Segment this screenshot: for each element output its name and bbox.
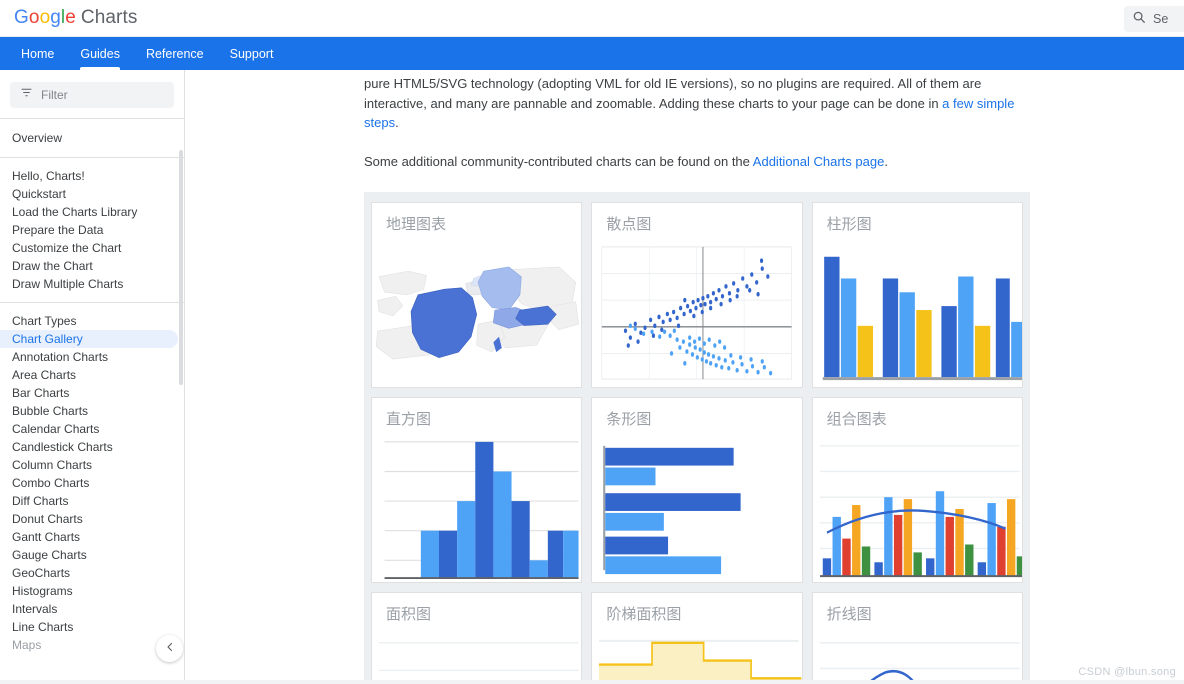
gallery-card-line[interactable]: 折线图 xyxy=(811,592,1023,684)
sidebar-item-diff-charts[interactable]: Diff Charts xyxy=(0,492,184,510)
brand-logo[interactable]: Google Charts xyxy=(0,7,137,29)
gallery-card-histogram[interactable]: 直方图 xyxy=(371,397,583,583)
intro-paragraph-text: pure HTML5/SVG technology (adopting VML … xyxy=(364,76,982,111)
search-icon xyxy=(1132,10,1146,29)
area-chart-thumbnail xyxy=(372,629,581,684)
chart-gallery-grid: 地理图表 散点图 柱形图 直方图 条形图 组合图表 面积图 阶梯面积图 折线图 xyxy=(364,192,1030,684)
sidebar-item-line-charts[interactable]: Line Charts xyxy=(0,618,184,636)
sidebar-item-histograms[interactable]: Histograms xyxy=(0,582,184,600)
sidebar-overview-group: Overview xyxy=(0,119,184,157)
column-chart-thumbnail xyxy=(813,239,1022,387)
main-content: pure HTML5/SVG technology (adopting VML … xyxy=(351,70,1184,684)
watermark: CSDN @lbun.song xyxy=(1078,666,1176,678)
gallery-card-geochart[interactable]: 地理图表 xyxy=(371,202,583,388)
community-paragraph-text: Some additional community-contributed ch… xyxy=(364,153,753,169)
sidebar-item-bubble-charts[interactable]: Bubble Charts xyxy=(0,402,184,420)
gallery-card-stepped-area[interactable]: 阶梯面积图 xyxy=(591,592,803,684)
sidebar-item-chart-types[interactable]: Chart Types xyxy=(0,312,184,330)
sidebar-item-calendar-charts[interactable]: Calendar Charts xyxy=(0,420,184,438)
brand-google-wordmark: Google xyxy=(14,7,76,28)
card-title-histogram: 直方图 xyxy=(386,411,432,428)
sidebar-scrollbar[interactable] xyxy=(179,150,183,385)
sidebar-item-column-charts[interactable]: Column Charts xyxy=(0,456,184,474)
card-title-column: 柱形图 xyxy=(826,216,872,233)
card-title-scatter: 散点图 xyxy=(606,216,652,233)
card-title-area: 面积图 xyxy=(386,606,432,623)
sidebar-item-draw-the-chart[interactable]: Draw the Chart xyxy=(0,257,184,275)
stepped-area-thumbnail xyxy=(592,629,802,684)
sidebar-item-gantt-charts[interactable]: Gantt Charts xyxy=(0,528,184,546)
sidebar-chart-types-group: Chart Types Chart Gallery Annotation Cha… xyxy=(0,303,184,663)
card-title-bar: 条形图 xyxy=(606,411,652,428)
sidebar-item-draw-multiple-charts[interactable]: Draw Multiple Charts xyxy=(0,275,184,293)
line-chart-thumbnail xyxy=(813,629,1022,684)
community-paragraph: Some additional community-contributed ch… xyxy=(364,133,1024,172)
sidebar-guides-group: Hello, Charts! Quickstart Load the Chart… xyxy=(0,158,184,302)
filter-placeholder: Filter xyxy=(41,88,68,102)
community-paragraph-period: . xyxy=(884,153,888,169)
sidebar-item-overview[interactable]: Overview xyxy=(0,128,184,148)
sidebar-item-candlestick-charts[interactable]: Candlestick Charts xyxy=(0,438,184,456)
bar-chart-thumbnail xyxy=(592,434,801,582)
card-title-stepped-area: 阶梯面积图 xyxy=(606,606,682,623)
geochart-thumbnail xyxy=(372,239,581,387)
nav-item-home[interactable]: Home xyxy=(8,37,67,70)
intro-paragraph-period: . xyxy=(395,115,399,130)
sidebar-item-customize-the-chart[interactable]: Customize the Chart xyxy=(0,239,184,257)
page-body: Filter Overview Hello, Charts! Quickstar… xyxy=(0,70,1184,684)
gallery-card-column[interactable]: 柱形图 xyxy=(811,202,1023,388)
card-title-geochart: 地理图表 xyxy=(386,216,447,233)
sidebar-collapse-button[interactable] xyxy=(156,635,183,662)
gallery-card-combo[interactable]: 组合图表 xyxy=(811,397,1023,583)
intro-paragraph: pure HTML5/SVG technology (adopting VML … xyxy=(364,70,1024,133)
sidebar: Filter Overview Hello, Charts! Quickstar… xyxy=(0,70,185,684)
sidebar-item-quickstart[interactable]: Quickstart xyxy=(0,185,184,203)
sidebar-item-area-charts[interactable]: Area Charts xyxy=(0,366,184,384)
sidebar-item-bar-charts[interactable]: Bar Charts xyxy=(0,384,184,402)
sidebar-item-hello-charts[interactable]: Hello, Charts! xyxy=(0,167,184,185)
sidebar-item-donut-charts[interactable]: Donut Charts xyxy=(0,510,184,528)
chevron-left-icon xyxy=(164,640,176,658)
gallery-card-scatter[interactable]: 散点图 xyxy=(591,202,803,388)
additional-charts-page-link[interactable]: Additional Charts page xyxy=(753,154,885,169)
sidebar-item-geocharts[interactable]: GeoCharts xyxy=(0,564,184,582)
card-title-combo: 组合图表 xyxy=(826,411,887,428)
search-input-placeholder: Se xyxy=(1153,12,1169,26)
nav-item-reference[interactable]: Reference xyxy=(133,37,217,70)
sidebar-item-combo-charts[interactable]: Combo Charts xyxy=(0,474,184,492)
filter-icon xyxy=(20,86,33,104)
gallery-card-area[interactable]: 面积图 xyxy=(371,592,583,684)
combo-chart-thumbnail xyxy=(813,434,1022,582)
content-gutter xyxy=(185,70,351,684)
nav-item-guides[interactable]: Guides xyxy=(67,37,133,70)
brand-product-name: Charts xyxy=(80,7,138,28)
filter-input[interactable]: Filter xyxy=(10,82,174,108)
scatter-thumbnail xyxy=(592,239,801,387)
search-box[interactable]: Se xyxy=(1124,6,1184,32)
top-bar: Google Charts Se xyxy=(0,0,1184,37)
nav-item-support[interactable]: Support xyxy=(217,37,287,70)
sidebar-item-load-charts-library[interactable]: Load the Charts Library xyxy=(0,203,184,221)
bottom-strip xyxy=(0,680,1184,684)
sidebar-item-intervals[interactable]: Intervals xyxy=(0,600,184,618)
card-title-line: 折线图 xyxy=(826,606,872,623)
sidebar-item-chart-gallery[interactable]: Chart Gallery xyxy=(0,330,178,348)
sidebar-item-gauge-charts[interactable]: Gauge Charts xyxy=(0,546,184,564)
sidebar-filter-wrap: Filter xyxy=(0,70,184,118)
primary-nav: Home Guides Reference Support xyxy=(0,37,1184,70)
sidebar-item-annotation-charts[interactable]: Annotation Charts xyxy=(0,348,184,366)
gallery-card-bar[interactable]: 条形图 xyxy=(591,397,803,583)
histogram-thumbnail xyxy=(372,434,581,582)
sidebar-item-prepare-the-data[interactable]: Prepare the Data xyxy=(0,221,184,239)
